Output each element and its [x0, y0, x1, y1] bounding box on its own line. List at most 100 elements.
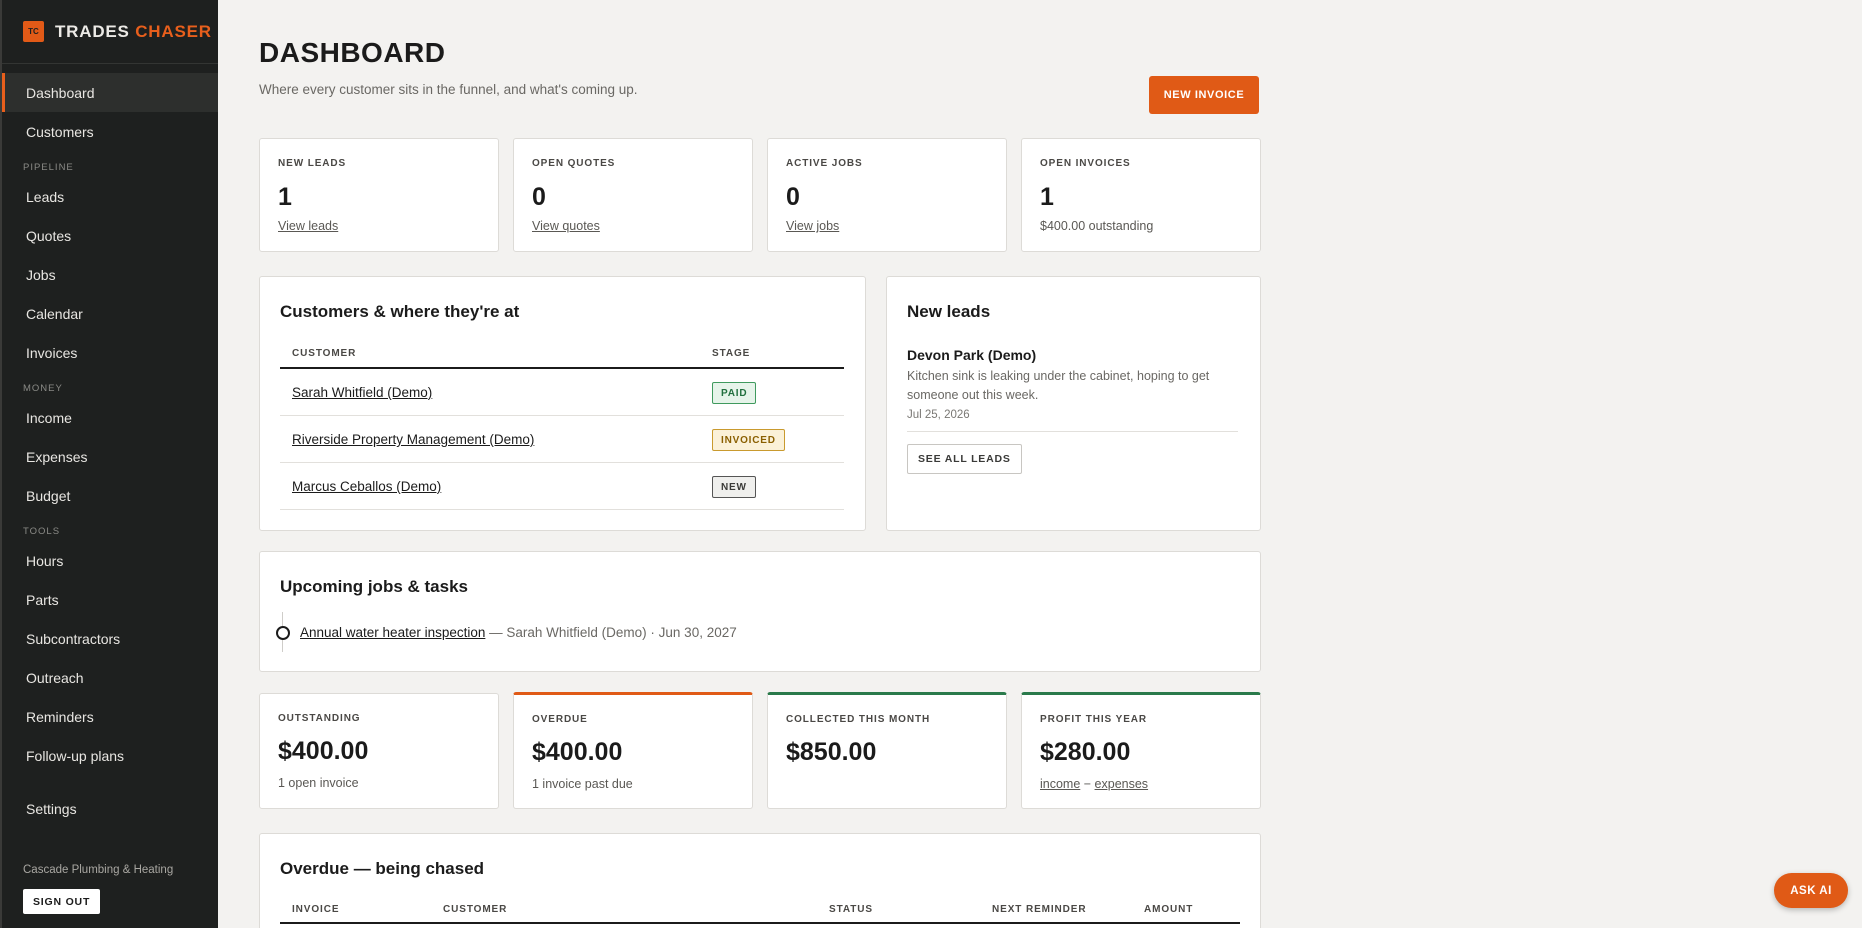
money-value: $850.00	[786, 738, 877, 766]
nav-section-pipeline: PIPELINE	[23, 162, 74, 173]
sidebar-item-customers[interactable]: Customers	[2, 112, 218, 151]
sign-out-button[interactable]: SIGN OUT	[23, 889, 101, 914]
upcoming-item: Annual water heater inspection — Sarah W…	[300, 625, 737, 640]
card-title: Customers & where they're at	[280, 302, 520, 321]
brand-name-second: CHASER	[135, 21, 212, 41]
col-next-reminder: NEXT REMINDER	[992, 904, 1087, 915]
nav-section-tools: TOOLS	[23, 526, 61, 537]
org-name: Cascade Plumbing & Heating	[23, 864, 174, 876]
task-meta: — Sarah Whitfield (Demo) · Jun 30, 2027	[485, 625, 737, 640]
card-title: Overdue — being chased	[280, 859, 485, 878]
col-customer: CUSTOMER	[443, 904, 508, 915]
see-all-leads-button[interactable]: SEE ALL LEADS	[907, 444, 1022, 474]
table-row: Sarah Whitfield (Demo) PAID	[280, 370, 844, 416]
stat-value: 1	[278, 183, 292, 211]
table-row: Riverside Property Management (Demo) INV…	[280, 417, 844, 463]
stat-label: ACTIVE JOBS	[786, 158, 863, 169]
sidebar-nav: Dashboard Customers PIPELINE Leads Quote…	[2, 73, 218, 828]
divider	[907, 431, 1238, 432]
upcoming-card: Upcoming jobs & tasks Annual water heate…	[259, 551, 1261, 672]
sidebar-item-hours[interactable]: Hours	[2, 541, 218, 580]
sidebar-item-followup-plans[interactable]: Follow-up plans	[2, 736, 218, 775]
status-badge: INVOICED	[712, 429, 785, 451]
brand-name: TRADES CHASER	[55, 22, 212, 42]
stat-sub: $400.00 outstanding	[1040, 219, 1154, 233]
card-title: New leads	[907, 302, 991, 321]
customers-table-header: CUSTOMER STAGE	[280, 339, 844, 369]
sidebar-item-dashboard[interactable]: Dashboard	[2, 73, 218, 112]
expenses-link[interactable]: expenses	[1095, 777, 1149, 791]
money-sub: 1 invoice past due	[532, 777, 633, 791]
money-value: $400.00	[532, 738, 623, 766]
col-amount: AMOUNT	[1144, 904, 1194, 915]
money-card-overdue: OVERDUE $400.00 1 invoice past due	[513, 692, 753, 809]
status-badge: NEW	[712, 476, 756, 498]
ask-ai-button[interactable]: ASK AI	[1774, 873, 1848, 908]
sidebar-item-budget[interactable]: Budget	[2, 476, 218, 515]
stat-label: OPEN INVOICES	[1040, 158, 1131, 169]
stat-card-open-invoices: OPEN INVOICES 1 $400.00 outstanding	[1021, 138, 1261, 252]
lead-description: Kitchen sink is leaking under the cabine…	[907, 369, 1210, 402]
customer-link[interactable]: Riverside Property Management (Demo)	[292, 432, 534, 447]
income-link[interactable]: income	[1040, 777, 1080, 791]
col-invoice: INVOICE	[292, 904, 340, 915]
sidebar-item-subcontractors[interactable]: Subcontractors	[2, 619, 218, 658]
sidebar-item-quotes[interactable]: Quotes	[2, 216, 218, 255]
lead-date: Jul 25, 2026	[907, 409, 970, 421]
timeline-dot-icon	[276, 626, 290, 640]
brand[interactable]: TC TRADES CHASER	[2, 0, 218, 64]
overdue-card: Overdue — being chased INVOICE CUSTOMER …	[259, 833, 1261, 928]
customers-card: Customers & where they're at CUSTOMER ST…	[259, 276, 866, 531]
sidebar-item-invoices[interactable]: Invoices	[2, 333, 218, 372]
status-badge: PAID	[712, 382, 757, 404]
money-label: COLLECTED THIS MONTH	[786, 714, 931, 725]
brand-logo-icon: TC	[23, 21, 44, 42]
view-leads-link[interactable]: View leads	[278, 219, 338, 233]
stat-value: 0	[786, 183, 800, 211]
money-value: $400.00	[278, 737, 369, 765]
page-title: DASHBOARD	[259, 37, 446, 68]
sidebar-item-outreach[interactable]: Outreach	[2, 658, 218, 697]
lead-name: Devon Park (Demo)	[907, 347, 1037, 363]
brand-name-first: TRADES	[55, 21, 130, 41]
col-status: STATUS	[829, 904, 873, 915]
view-quotes-link[interactable]: View quotes	[532, 219, 600, 233]
money-sub: 1 open invoice	[278, 776, 359, 790]
stat-label: NEW LEADS	[278, 158, 347, 169]
col-stage: STAGE	[712, 348, 751, 359]
task-link[interactable]: Annual water heater inspection	[300, 625, 485, 640]
col-customer: CUSTOMER	[292, 348, 357, 359]
money-label: PROFIT THIS YEAR	[1040, 714, 1148, 725]
stat-card-new-leads: NEW LEADS 1 View leads	[259, 138, 499, 252]
money-card-profit: PROFIT THIS YEAR $280.00 income − expens…	[1021, 692, 1261, 809]
sidebar-item-expenses[interactable]: Expenses	[2, 437, 218, 476]
money-label: OVERDUE	[532, 714, 588, 725]
stat-value: 0	[532, 183, 546, 211]
sidebar-item-parts[interactable]: Parts	[2, 580, 218, 619]
view-jobs-link[interactable]: View jobs	[786, 219, 839, 233]
money-label: OUTSTANDING	[278, 713, 361, 724]
sidebar-item-income[interactable]: Income	[2, 398, 218, 437]
sidebar-item-calendar[interactable]: Calendar	[2, 294, 218, 333]
overdue-table-header: INVOICE CUSTOMER STATUS NEXT REMINDER AM…	[280, 900, 1240, 924]
customer-link[interactable]: Sarah Whitfield (Demo)	[292, 385, 432, 400]
table-row: Marcus Ceballos (Demo) NEW	[280, 464, 844, 510]
sidebar-item-reminders[interactable]: Reminders	[2, 697, 218, 736]
stat-value: 1	[1040, 183, 1054, 211]
stat-card-open-quotes: OPEN QUOTES 0 View quotes	[513, 138, 753, 252]
sidebar-item-leads[interactable]: Leads	[2, 177, 218, 216]
nav-section-money: MONEY	[23, 383, 63, 394]
sidebar-item-settings[interactable]: Settings	[2, 789, 218, 828]
sidebar: TC TRADES CHASER Dashboard Customers PIP…	[0, 0, 218, 928]
money-card-collected: COLLECTED THIS MONTH $850.00	[767, 692, 1007, 809]
money-card-outstanding: OUTSTANDING $400.00 1 open invoice	[259, 693, 499, 809]
money-value: $280.00	[1040, 738, 1131, 766]
card-title: Upcoming jobs & tasks	[280, 577, 468, 596]
stat-card-active-jobs: ACTIVE JOBS 0 View jobs	[767, 138, 1007, 252]
customer-link[interactable]: Marcus Ceballos (Demo)	[292, 479, 441, 494]
new-invoice-button[interactable]: NEW INVOICE	[1149, 76, 1259, 114]
stat-label: OPEN QUOTES	[532, 158, 616, 169]
sub-separator: −	[1080, 777, 1095, 791]
page-subtitle: Where every customer sits in the funnel,…	[259, 82, 638, 97]
sidebar-item-jobs[interactable]: Jobs	[2, 255, 218, 294]
